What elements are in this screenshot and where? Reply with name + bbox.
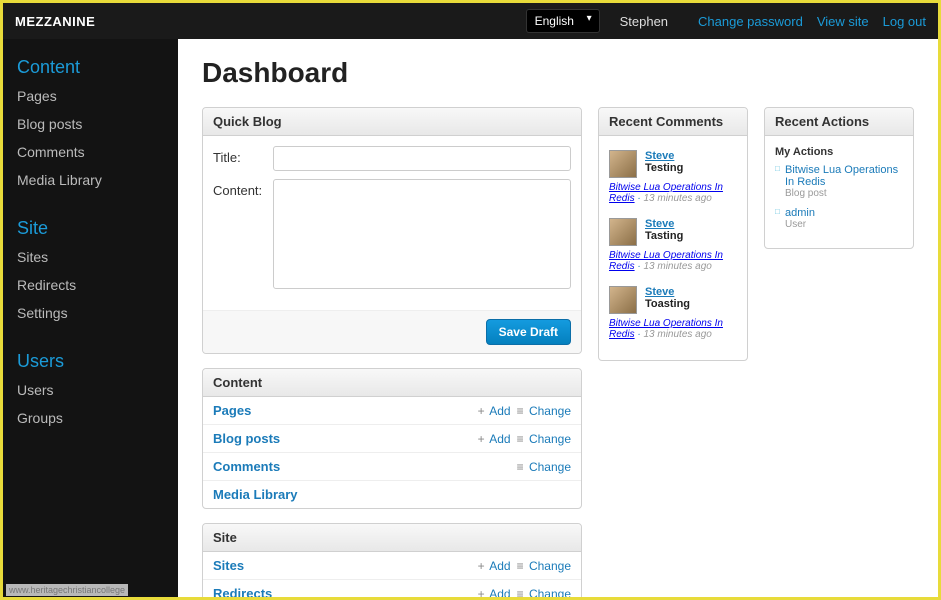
comment-text: Testing	[645, 162, 683, 174]
comment-text: Tasting	[645, 230, 683, 242]
action-item: adminUser	[775, 207, 903, 230]
action-type: Blog post	[785, 188, 903, 199]
change-link[interactable]: ≡ Change	[517, 460, 571, 474]
model-row: Blog posts + Add ≡ Change	[203, 424, 581, 452]
model-link-blog-posts[interactable]: Blog posts	[213, 431, 472, 446]
comment-time: 13 minutes ago	[643, 261, 711, 272]
model-group-content: Content Pages + Add ≡ Change Blog posts + Add…	[202, 368, 582, 509]
sidebar-item-sites[interactable]: Sites	[3, 243, 178, 271]
add-link[interactable]: + Add	[478, 559, 511, 573]
comment-text: Toasting	[645, 298, 690, 310]
current-user: Stephen	[620, 14, 668, 29]
recent-actions-panel: Recent Actions My Actions Bitwise Lua Op…	[764, 107, 914, 249]
footer-credit: www.heritagechristiancollege	[6, 584, 128, 596]
model-link-redirects[interactable]: Redirects	[213, 586, 472, 597]
title-label: Title:	[213, 146, 273, 165]
page-title: Dashboard	[202, 57, 914, 89]
add-link[interactable]: + Add	[478, 404, 511, 418]
language-select-wrap: English	[526, 9, 600, 33]
sidebar-section-site[interactable]: Site	[3, 212, 178, 243]
comment-meta: Bitwise Lua Operations In Redis · 13 min…	[609, 182, 737, 204]
model-group-header: Content	[203, 369, 581, 397]
view-site-link[interactable]: View site	[817, 14, 869, 29]
action-link[interactable]: admin	[785, 207, 815, 219]
model-group-header: Site	[203, 524, 581, 552]
recent-actions-header: Recent Actions	[765, 108, 913, 136]
topbar: MEZZANINE English Stephen Change passwor…	[3, 3, 938, 39]
comment-time: 13 minutes ago	[643, 329, 711, 340]
recent-comments-panel: Recent Comments SteveTestingBitwise Lua …	[598, 107, 748, 361]
list-icon: ≡	[517, 432, 524, 446]
comment: SteveTasting	[609, 214, 737, 248]
my-actions-label: My Actions	[775, 146, 903, 158]
change-link[interactable]: ≡ Change	[517, 559, 571, 573]
avatar	[609, 150, 637, 178]
action-item: Bitwise Lua Operations In RedisBlog post	[775, 164, 903, 199]
comment-user-link[interactable]: Steve	[645, 286, 674, 298]
model-row: Redirects + Add ≡ Change	[203, 579, 581, 597]
model-row: Pages + Add ≡ Change	[203, 397, 581, 424]
sidebar-item-settings[interactable]: Settings	[3, 299, 178, 327]
model-link-comments[interactable]: Comments	[213, 459, 511, 474]
plus-icon: +	[478, 432, 485, 446]
comment-meta: Bitwise Lua Operations In Redis · 13 min…	[609, 318, 737, 340]
main-content: Dashboard Quick Blog Title: Content:	[178, 39, 938, 597]
list-icon: ≡	[517, 460, 524, 474]
comment-user-link[interactable]: Steve	[645, 218, 674, 230]
content-label: Content:	[213, 179, 273, 198]
model-group-site: Site Sites + Add ≡ Change Redirects + Add ≡ Ch…	[202, 523, 582, 597]
comment-user-link[interactable]: Steve	[645, 150, 674, 162]
sidebar-item-users[interactable]: Users	[3, 376, 178, 404]
plus-icon: +	[478, 587, 485, 598]
model-link-pages[interactable]: Pages	[213, 403, 472, 418]
brand: MEZZANINE	[15, 14, 95, 29]
save-draft-button[interactable]: Save Draft	[486, 319, 571, 345]
log-out-link[interactable]: Log out	[883, 14, 926, 29]
sidebar: ContentPagesBlog postsCommentsMedia Libr…	[3, 39, 178, 597]
change-link[interactable]: ≡ Change	[517, 432, 571, 446]
title-input[interactable]	[273, 146, 571, 171]
sidebar-item-redirects[interactable]: Redirects	[3, 271, 178, 299]
model-row: Media Library	[203, 480, 581, 508]
change-password-link[interactable]: Change password	[698, 14, 803, 29]
action-type: User	[785, 219, 903, 230]
action-link[interactable]: Bitwise Lua Operations In Redis	[785, 164, 898, 188]
quick-blog-panel: Quick Blog Title: Content: Save Draft	[202, 107, 582, 354]
quick-blog-header: Quick Blog	[203, 108, 581, 136]
language-select[interactable]: English	[526, 9, 600, 33]
comment: SteveToasting	[609, 282, 737, 316]
comment-time: 13 minutes ago	[643, 193, 711, 204]
model-link-media-library[interactable]: Media Library	[213, 487, 571, 502]
add-link[interactable]: + Add	[478, 432, 511, 446]
avatar	[609, 218, 637, 246]
plus-icon: +	[478, 404, 485, 418]
list-icon: ≡	[517, 404, 524, 418]
sidebar-item-media-library[interactable]: Media Library	[3, 166, 178, 194]
avatar	[609, 286, 637, 314]
add-link[interactable]: + Add	[478, 587, 511, 598]
plus-icon: +	[478, 559, 485, 573]
comment-meta: Bitwise Lua Operations In Redis · 13 min…	[609, 250, 737, 272]
change-link[interactable]: ≡ Change	[517, 404, 571, 418]
recent-comments-header: Recent Comments	[599, 108, 747, 136]
model-row: Sites + Add ≡ Change	[203, 552, 581, 579]
change-link[interactable]: ≡ Change	[517, 587, 571, 598]
sidebar-item-blog-posts[interactable]: Blog posts	[3, 110, 178, 138]
sidebar-section-content[interactable]: Content	[3, 51, 178, 82]
sidebar-item-pages[interactable]: Pages	[3, 82, 178, 110]
content-textarea[interactable]	[273, 179, 571, 289]
comment: SteveTesting	[609, 146, 737, 180]
sidebar-section-users[interactable]: Users	[3, 345, 178, 376]
model-link-sites[interactable]: Sites	[213, 558, 472, 573]
sidebar-item-groups[interactable]: Groups	[3, 404, 178, 432]
model-row: Comments ≡ Change	[203, 452, 581, 480]
sidebar-item-comments[interactable]: Comments	[3, 138, 178, 166]
list-icon: ≡	[517, 587, 524, 598]
list-icon: ≡	[517, 559, 524, 573]
